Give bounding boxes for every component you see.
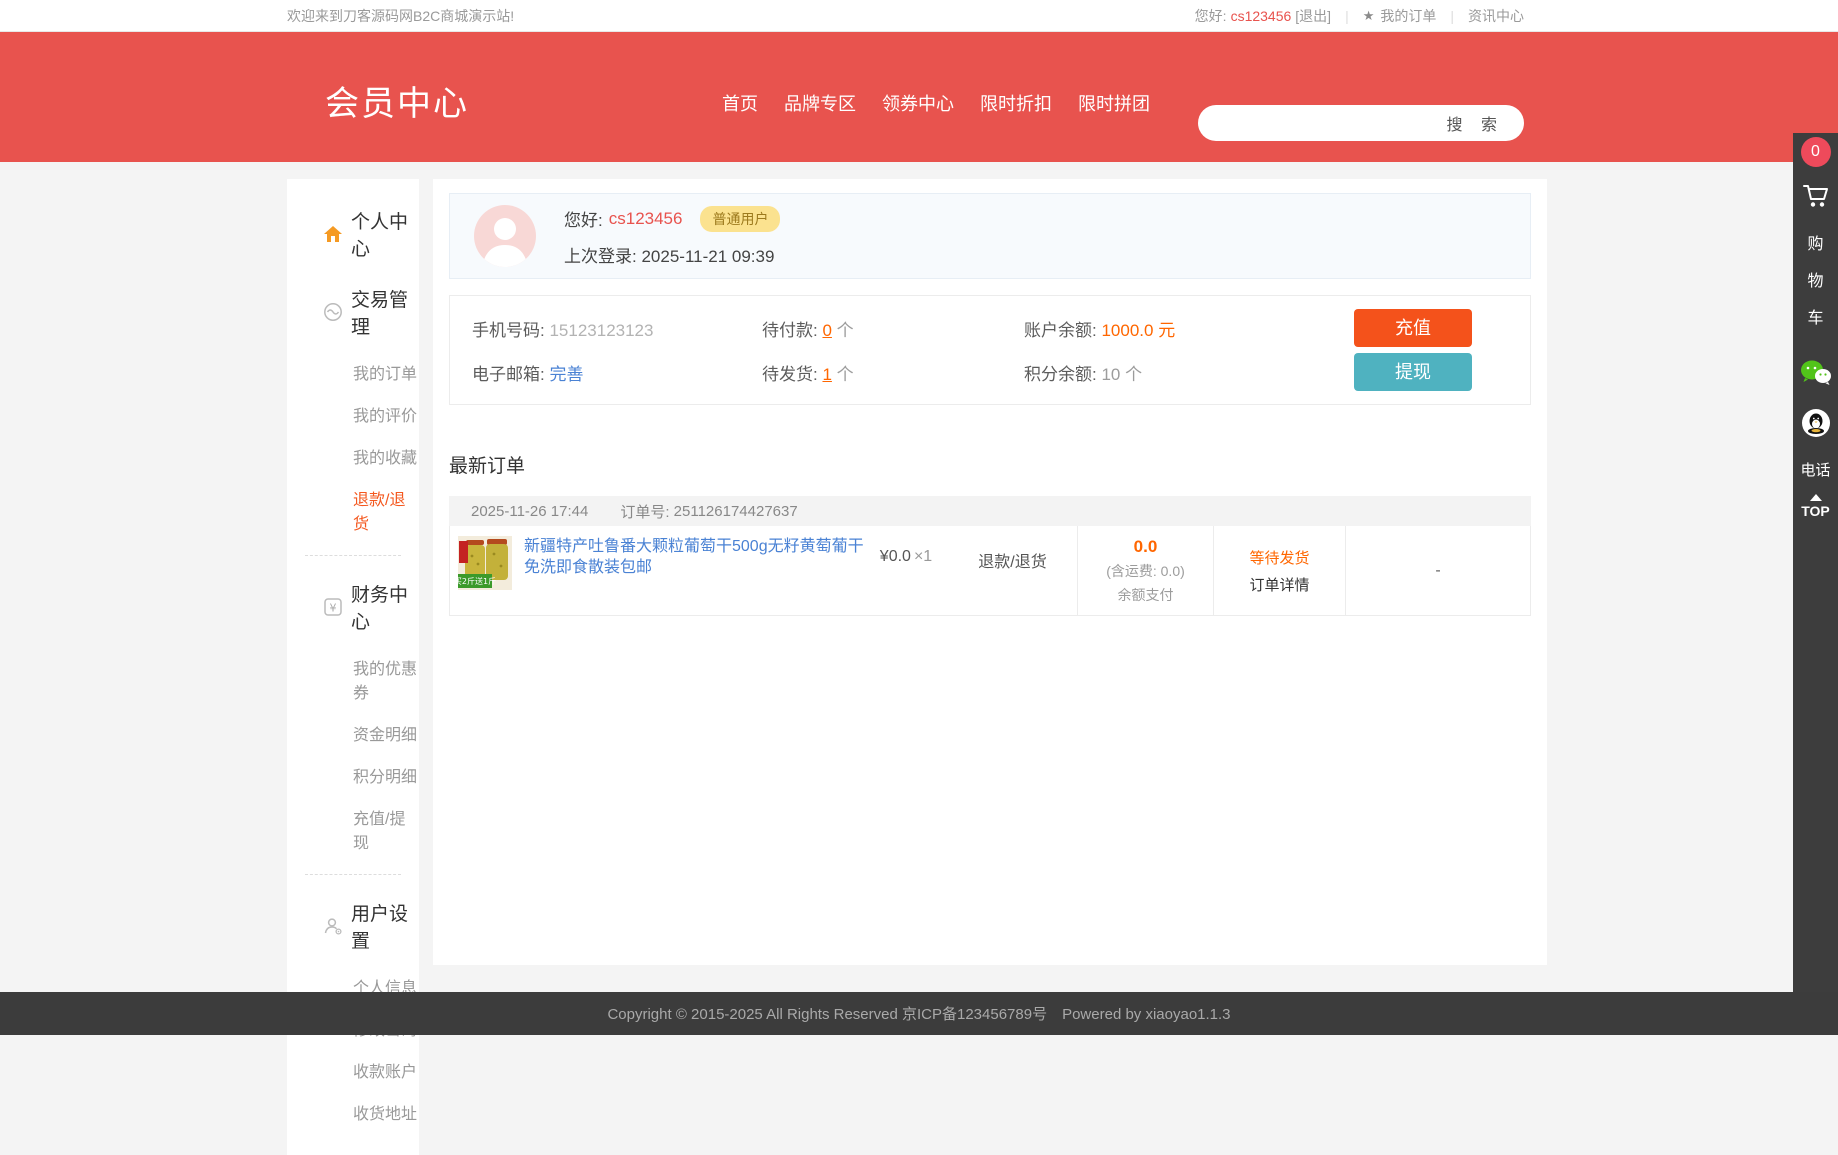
welcome-text: 欢迎来到刀客源码网B2C商城演示站! [287, 6, 514, 26]
home-icon [323, 223, 343, 245]
greeting-label: 您好: [1195, 6, 1227, 26]
phone-value: 15123123123 [549, 321, 653, 340]
divider: | [1450, 8, 1454, 24]
order-no-label: 订单号: [620, 501, 669, 522]
finance-icon: ¥ [323, 596, 343, 618]
nav-flash-discount[interactable]: 限时折扣 [980, 90, 1052, 116]
greeting-label: 您好: [564, 206, 603, 231]
sidebar-heading-finance[interactable]: ¥ 财务中心 [287, 568, 419, 646]
copyright-text: Copyright © 2015-2025 All Rights Reserve… [607, 1003, 1230, 1024]
product-image[interactable]: 买2斤送1斤 [458, 536, 512, 590]
main-nav: 首页 品牌专区 领券中心 限时折扣 限时拼团 [722, 90, 1150, 116]
order-header-row: 2025-11-26 17:44 订单号: 251126174427637 [449, 496, 1531, 526]
order-row: 买2斤送1斤 新疆特产吐鲁番大颗粒葡萄干500g无籽黄萄葡干免洗即食散装包邮 ¥… [449, 526, 1531, 616]
phone-label: 手机号码: [472, 321, 545, 340]
nav-home[interactable]: 首页 [722, 90, 758, 116]
search-button[interactable]: 搜 索 [1447, 111, 1524, 135]
member-center-panel: 您好: cs123456 普通用户 上次登录: 2025-11-21 09:39… [433, 179, 1547, 965]
order-qty: ×1 [914, 548, 932, 615]
product-title-link[interactable]: 新疆特产吐鲁番大颗粒葡萄干500g无籽黄萄葡干免洗即食散装包邮 [524, 536, 864, 615]
points-label: 积分余额: [1024, 365, 1097, 384]
latest-orders-title: 最新订单 [449, 451, 1531, 478]
cart-label[interactable]: 购物车 [1807, 226, 1825, 337]
star-icon: ★ [1363, 8, 1375, 24]
order-table: 2025-11-26 17:44 订单号: 251126174427637 [449, 496, 1531, 616]
user-level-badge: 普通用户 [700, 206, 780, 232]
sidebar-item-my-orders[interactable]: 我的订单 [287, 351, 419, 393]
topbar-username: cs123456 [1231, 8, 1292, 24]
last-login-time: 2025-11-21 09:39 [641, 247, 774, 266]
back-to-top-button[interactable]: TOP [1793, 494, 1838, 519]
profile-username: cs123456 [609, 209, 683, 229]
balance-label: 账户余额: [1024, 321, 1097, 340]
order-extra: - [1435, 562, 1440, 580]
order-status: 等待发货 [1249, 547, 1309, 568]
email-complete-link[interactable]: 完善 [549, 365, 583, 384]
pending-shipment-count-link[interactable]: 1 [822, 365, 831, 384]
qq-icon[interactable] [1793, 408, 1838, 443]
order-no: 251126174427637 [674, 503, 798, 520]
points-value: 10 [1101, 365, 1120, 384]
recharge-button[interactable]: 充值 [1354, 309, 1472, 347]
nav-brand-zone[interactable]: 品牌专区 [784, 90, 856, 116]
cart-icon[interactable] [1793, 183, 1838, 214]
topbar-my-orders-link[interactable]: 我的订单 [1380, 6, 1436, 26]
sidebar-item-recharge-withdraw[interactable]: 充值/提现 [287, 796, 419, 862]
svg-text:买2斤送1斤: 买2斤送1斤 [458, 576, 496, 586]
topbar-news-link[interactable]: 资讯中心 [1468, 6, 1524, 26]
svg-text:¥: ¥ [330, 602, 337, 615]
wechat-icon[interactable] [1793, 359, 1838, 392]
pending-payment-count-link[interactable]: 0 [822, 321, 831, 340]
sidebar-item-shipping-address[interactable]: 收货地址 [287, 1091, 419, 1133]
order-price: ¥0.0 [880, 548, 911, 615]
user-settings-icon [323, 915, 343, 937]
balance-value: 1000.0 [1101, 321, 1153, 340]
pending-shipment-label: 待发货: [762, 365, 818, 384]
divider: | [1345, 8, 1349, 24]
pay-method: 余额支付 [1118, 585, 1174, 605]
nav-group-buy[interactable]: 限时拼团 [1078, 90, 1150, 116]
profile-box: 您好: cs123456 普通用户 上次登录: 2025-11-21 09:39 [449, 193, 1531, 279]
cart-count-badge: 0 [1801, 137, 1831, 167]
sidebar-item-points-details[interactable]: 积分明细 [287, 754, 419, 796]
search-input[interactable] [1198, 105, 1447, 141]
up-arrow-icon [1810, 494, 1822, 501]
page-title: 会员中心 [325, 76, 469, 125]
avatar [474, 205, 536, 267]
footer: Copyright © 2015-2025 All Rights Reserve… [0, 992, 1838, 1035]
sidebar-item-my-coupons[interactable]: 我的优惠券 [287, 646, 419, 712]
pending-payment-label: 待付款: [762, 321, 818, 340]
shipping-note: (含运费: 0.0) [1106, 561, 1185, 581]
search-bar: 搜 索 [1198, 105, 1524, 141]
exchange-icon [323, 301, 343, 323]
divider [305, 555, 401, 556]
sidebar-item-personal-center[interactable]: 个人中心 [287, 195, 419, 273]
order-date: 2025-11-26 17:44 [471, 503, 588, 520]
topbar: 欢迎来到刀客源码网B2C商城演示站! 您好: cs123456 [退出] | ★… [0, 0, 1838, 32]
order-type: 退款/退货 [978, 548, 1046, 615]
order-amount: 0.0 [1134, 537, 1158, 557]
account-summary: 手机号码: 15123123123 待付款: 0 个 账户余额: 1000.0 … [449, 295, 1531, 405]
withdraw-button[interactable]: 提现 [1354, 353, 1472, 391]
email-label: 电子邮箱: [472, 365, 545, 384]
nav-coupon-center[interactable]: 领券中心 [882, 90, 954, 116]
sidebar-item-my-favorites[interactable]: 我的收藏 [287, 435, 419, 477]
last-login-label: 上次登录: [564, 247, 637, 266]
header: 会员中心 首页 品牌专区 领券中心 限时折扣 限时拼团 搜 索 [0, 32, 1838, 162]
sidebar-heading-trade[interactable]: 交易管理 [287, 273, 419, 351]
order-detail-link[interactable]: 订单详情 [1249, 574, 1309, 595]
logout-link[interactable]: [退出] [1295, 6, 1331, 26]
divider [305, 874, 401, 875]
sidebar-item-my-reviews[interactable]: 我的评价 [287, 393, 419, 435]
right-fixed-toolbar: 0 购物车 电话 TOP [1793, 133, 1838, 1035]
sidebar-heading-user-settings[interactable]: 用户设置 [287, 887, 419, 965]
sidebar-item-refund-return[interactable]: 退款/退货 [287, 477, 419, 543]
sidebar-item-fund-details[interactable]: 资金明细 [287, 712, 419, 754]
sidebar-item-payment-account[interactable]: 收款账户 [287, 1049, 419, 1091]
phone-label[interactable]: 电话 [1793, 459, 1838, 480]
